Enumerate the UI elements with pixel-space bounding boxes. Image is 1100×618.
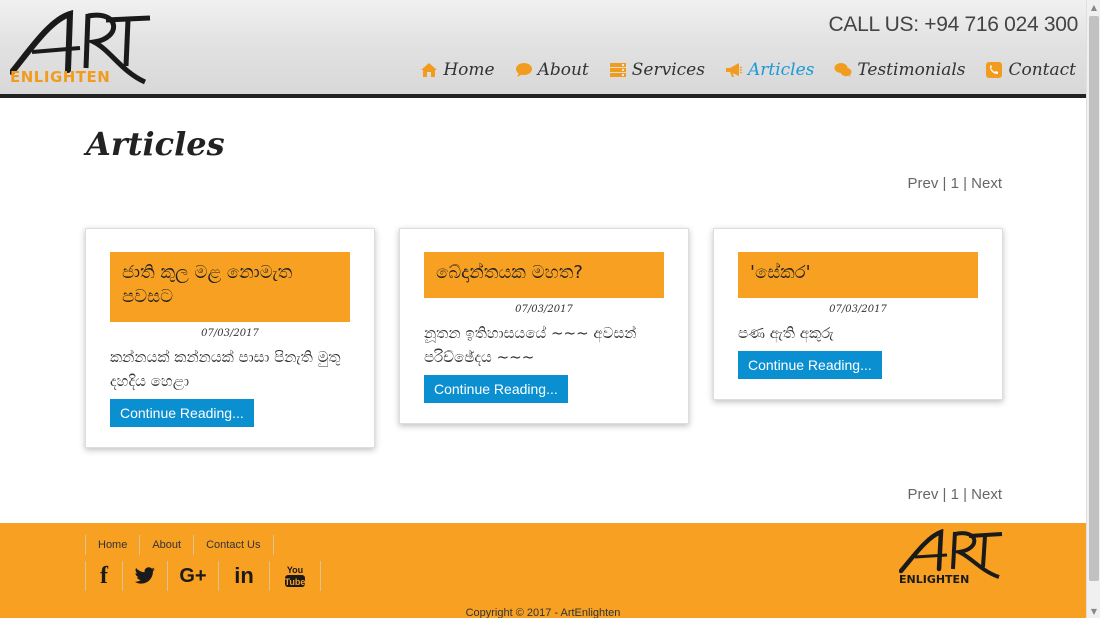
copyright-text: Copyright © 2017 - ArtEnlighten xyxy=(465,607,621,618)
article-date: 07/03/2017 xyxy=(829,304,887,315)
pager-separator: | xyxy=(958,486,972,503)
nav-item-services[interactable]: Services xyxy=(609,60,705,80)
pagination-bottom: Prev | 1 | Next xyxy=(908,486,1003,503)
footer-logo[interactable]: ENLIGHTEN xyxy=(898,528,1004,589)
continue-reading-button[interactable]: Continue Reading... xyxy=(738,351,882,379)
site-footer: Home About Contact Us f G+ in You Tube EN… xyxy=(0,523,1086,618)
nav-item-testimonials[interactable]: Testimonials xyxy=(834,60,965,80)
pagination-top: Prev | 1 | Next xyxy=(908,175,1003,192)
scroll-thumb[interactable] xyxy=(1089,16,1099,581)
pager-next-link[interactable]: Next xyxy=(971,175,1002,192)
facebook-icon[interactable]: f xyxy=(85,561,123,591)
call-us-phone[interactable]: CALL US: +94 716 024 300 xyxy=(829,13,1079,37)
footer-links: Home About Contact Us xyxy=(85,535,274,555)
scroll-up-arrow-icon[interactable]: ▲ xyxy=(1087,0,1100,14)
phone-icon xyxy=(986,62,1003,78)
nav-label-testimonials: Testimonials xyxy=(857,60,966,80)
nav-item-home[interactable]: Home xyxy=(420,60,495,80)
page-title: Articles xyxy=(86,125,225,163)
pager-prev-link[interactable]: Prev xyxy=(908,486,939,503)
site-logo[interactable]: ENLIGHTEN xyxy=(10,10,155,90)
youtube-icon[interactable]: You Tube xyxy=(269,561,321,591)
article-card: ජාති කුල මළ නොමැත පවසට 07/03/2017 කන්නයක… xyxy=(85,228,375,448)
nav-label-articles: Articles xyxy=(747,60,815,80)
footer-link-about[interactable]: About xyxy=(139,535,195,555)
nav-label-contact: Contact xyxy=(1008,60,1076,80)
pager-separator: | xyxy=(938,175,951,192)
pager-separator: | xyxy=(938,486,951,503)
footer-link-home[interactable]: Home xyxy=(85,535,141,555)
continue-reading-button[interactable]: Continue Reading... xyxy=(424,375,568,403)
home-icon xyxy=(421,63,438,77)
article-title[interactable]: බේදාන්තයක මහත? xyxy=(424,252,664,298)
megaphone-icon xyxy=(725,63,743,77)
nav-label-about: About xyxy=(537,60,589,80)
server-icon xyxy=(609,63,626,77)
article-title[interactable]: 'සේකර' xyxy=(738,252,978,298)
nav-label-home: Home xyxy=(443,60,495,80)
vertical-scrollbar[interactable]: ▲ ▼ xyxy=(1086,0,1100,618)
nav-item-contact[interactable]: Contact xyxy=(985,60,1076,80)
article-card: බේදාන්තයක මහත? 07/03/2017 නූතන ඉතිහාසයයේ… xyxy=(399,228,689,424)
article-excerpt: කන්නයක් කන්නයක් පාසා පිනැති මුතු දහදිය හ… xyxy=(110,348,341,390)
google-plus-icon[interactable]: G+ xyxy=(167,561,219,591)
nav-label-services: Services xyxy=(631,60,705,80)
social-links: f G+ in You Tube xyxy=(85,561,321,591)
nav-item-about[interactable]: About xyxy=(515,60,589,80)
article-card: 'සේකර' 07/03/2017 පණ ඇති අකුරු Continue … xyxy=(713,228,1003,400)
article-date: 07/03/2017 xyxy=(515,304,573,315)
footer-logo-subtext: ENLIGHTEN xyxy=(899,573,970,586)
pager-prev-link[interactable]: Prev xyxy=(908,175,939,192)
pager-separator: | xyxy=(958,175,972,192)
chat-bubbles-icon xyxy=(834,63,852,77)
scroll-down-arrow-icon[interactable]: ▼ xyxy=(1087,604,1100,618)
linkedin-icon[interactable]: in xyxy=(218,561,270,591)
footer-logo-graphic xyxy=(898,528,1003,579)
site-header: ENLIGHTEN CALL US: +94 716 024 300 Home … xyxy=(0,0,1086,98)
article-date: 07/03/2017 xyxy=(201,328,259,339)
svg-text:You: You xyxy=(287,565,303,575)
logo-subtext: ENLIGHTEN xyxy=(10,68,111,86)
continue-reading-button[interactable]: Continue Reading... xyxy=(110,399,254,427)
speech-bubble-icon xyxy=(515,63,532,77)
pager-page-1[interactable]: 1 xyxy=(951,175,959,192)
main-nav: Home About Services Articles Testimonial… xyxy=(420,60,1076,80)
article-excerpt: නූතන ඉතිහාසයයේ ~~~ අවසන් පරිච්ඡේදය ~~~ xyxy=(424,324,637,366)
pager-page-1[interactable]: 1 xyxy=(951,486,959,503)
svg-text:Tube: Tube xyxy=(285,577,306,587)
article-excerpt: පණ ඇති අකුරු xyxy=(738,324,834,342)
article-title[interactable]: ජාති කුල මළ නොමැත පවසට xyxy=(110,252,350,322)
nav-item-articles[interactable]: Articles xyxy=(725,60,814,80)
pager-next-link[interactable]: Next xyxy=(971,486,1002,503)
twitter-icon[interactable] xyxy=(122,561,168,591)
footer-link-contact-us[interactable]: Contact Us xyxy=(193,535,274,555)
